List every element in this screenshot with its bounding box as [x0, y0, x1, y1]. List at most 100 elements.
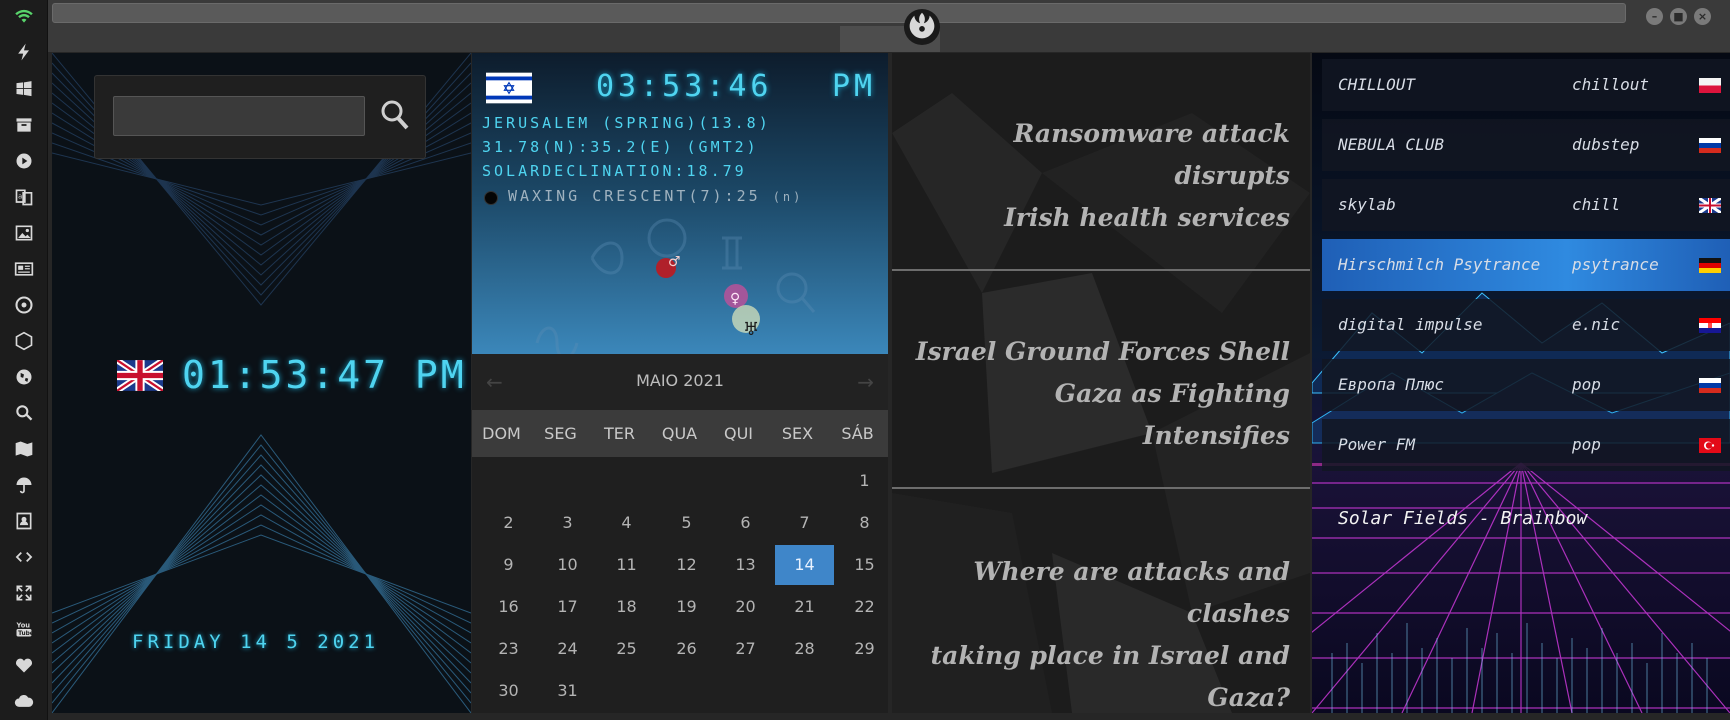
windows-icon[interactable]: [12, 77, 36, 101]
calendar-title: MAIO 2021: [636, 371, 724, 390]
expand-icon[interactable]: [12, 581, 36, 605]
bolt-icon[interactable]: [12, 40, 36, 64]
radio-station[interactable]: CHILLOUT chillout: [1322, 59, 1730, 111]
calendar-day[interactable]: 10: [538, 545, 597, 585]
newspaper-icon[interactable]: [12, 257, 36, 281]
search-icon[interactable]: [379, 98, 411, 132]
weekday: QUA: [661, 424, 698, 443]
sidebar: a You Tube: [0, 0, 48, 720]
station-genre: chillout: [1572, 75, 1650, 94]
il-clock-ampm: PM: [832, 69, 877, 104]
radio-panel: CHILLOUT chillout NEBULA CLUB dubstep sk…: [1312, 53, 1730, 713]
calendar-day[interactable]: 30: [479, 671, 538, 711]
close-button[interactable]: ×: [1694, 8, 1711, 25]
address-bar[interactable]: [52, 3, 1626, 23]
calendar-header: ← MAIO 2021 →: [472, 354, 888, 410]
news-panel: Ransomware attack disrupts Irish health …: [892, 53, 1310, 713]
contact-icon[interactable]: [12, 509, 36, 533]
search-icon[interactable]: [12, 401, 36, 425]
weekday: SEX: [781, 424, 814, 443]
calendar-day[interactable]: 18: [597, 587, 656, 627]
rebel-alliance-icon[interactable]: [903, 8, 941, 46]
weekday: SÁB: [841, 424, 874, 443]
calendar-day[interactable]: 21: [775, 587, 834, 627]
news-headline-line: Israel Ground Forces Shell: [915, 337, 1290, 366]
news-item[interactable]: Where are attacks and clashes taking pla…: [900, 551, 1290, 713]
calendar-day[interactable]: 9: [479, 545, 538, 585]
maximize-button[interactable]: ■: [1670, 8, 1687, 25]
station-genre: psytrance: [1572, 255, 1659, 274]
calendar-day[interactable]: 5: [657, 503, 716, 543]
network-icon[interactable]: [12, 329, 36, 353]
calendar-day[interactable]: 29: [835, 629, 888, 669]
poland-flag-icon: [1699, 78, 1721, 93]
globe-icon[interactable]: [12, 365, 36, 389]
radio-station[interactable]: Европа Плюс pop: [1322, 359, 1730, 411]
youtube-icon[interactable]: You Tube: [12, 617, 36, 641]
calendar-day[interactable]: 7: [775, 503, 834, 543]
search-input[interactable]: [113, 96, 365, 136]
radio-station[interactable]: Power FM pop: [1322, 419, 1730, 471]
minimize-button[interactable]: –: [1646, 8, 1663, 25]
station-genre: e.nic: [1572, 315, 1621, 334]
calendar-day[interactable]: 15: [835, 545, 888, 585]
calendar-day[interactable]: 24: [538, 629, 597, 669]
news-item[interactable]: Ransomware attack disrupts Irish health …: [900, 113, 1290, 239]
calendar-day[interactable]: 28: [775, 629, 834, 669]
radio-station-active[interactable]: Hirschmilch Psytrance psytrance: [1322, 239, 1730, 291]
weekday: QUI: [723, 424, 754, 443]
calendar-day[interactable]: 23: [479, 629, 538, 669]
code-icon[interactable]: [12, 545, 36, 569]
calendar-day[interactable]: 25: [597, 629, 656, 669]
radio-station[interactable]: skylab chill: [1322, 179, 1730, 231]
calendar-day[interactable]: 19: [657, 587, 716, 627]
calendar-next-button[interactable]: →: [857, 370, 874, 394]
calendar-day[interactable]: 2: [479, 503, 538, 543]
calendar-day[interactable]: 8: [835, 503, 888, 543]
moon-phase: WAXING CRESCENT(7):25 (n): [508, 187, 803, 205]
calendar-day[interactable]: 1: [835, 461, 888, 501]
umbrella-icon[interactable]: [12, 473, 36, 497]
news-divider: [892, 269, 1310, 271]
play-icon[interactable]: [12, 149, 36, 173]
calendar-day[interactable]: 27: [716, 629, 775, 669]
station-name: Hirschmilch Psytrance: [1338, 255, 1541, 274]
calendar-day[interactable]: 22: [835, 587, 888, 627]
top-bar: – ■ ×: [48, 0, 1730, 52]
calendar-day[interactable]: 31: [538, 671, 597, 711]
settings-icon[interactable]: [12, 293, 36, 317]
heart-icon[interactable]: [12, 653, 36, 677]
calendar-day[interactable]: 17: [538, 587, 597, 627]
calendar-day[interactable]: 16: [479, 587, 538, 627]
wifi-icon[interactable]: [12, 4, 36, 28]
station-name: CHILLOUT: [1338, 75, 1416, 94]
calendar-day[interactable]: 20: [716, 587, 775, 627]
calendar-day[interactable]: 12: [657, 545, 716, 585]
calendar-day[interactable]: 26: [657, 629, 716, 669]
calendar-day[interactable]: 4: [597, 503, 656, 543]
map-icon[interactable]: [12, 437, 36, 461]
translate-icon[interactable]: a: [12, 185, 36, 209]
radio-station[interactable]: digital impulse e.nic: [1322, 299, 1730, 351]
calendar-day[interactable]: 3: [538, 503, 597, 543]
russia-flag-icon: [1699, 138, 1721, 153]
station-name: digital impulse: [1338, 315, 1483, 334]
moon-phase-suffix: (n): [772, 190, 804, 204]
station-name: NEBULA CLUB: [1338, 135, 1444, 154]
radio-station[interactable]: NEBULA CLUB dubstep: [1322, 119, 1730, 171]
cloud-icon[interactable]: [12, 689, 36, 713]
calendar-day-today[interactable]: 14: [775, 545, 834, 585]
il-clock-calendar-panel: ♂ ♀ ♅ 03:53:46 PM JERUSALEM (SPRING)(13.…: [472, 53, 888, 713]
calendar-day[interactable]: 13: [716, 545, 775, 585]
uk-clock-panel: 01:53:47 PM FRIDAY 14 5 2021: [52, 53, 471, 713]
news-headline-line: Ransomware attack disrupts: [1013, 119, 1290, 190]
station-genre: chill: [1572, 195, 1621, 214]
archive-icon[interactable]: [12, 113, 36, 137]
image-icon[interactable]: [12, 221, 36, 245]
now-playing: Solar Fields - Brainbow: [1338, 508, 1588, 529]
calendar-day[interactable]: 6: [716, 503, 775, 543]
calendar-day[interactable]: 11: [597, 545, 656, 585]
calendar-weekdays: DOM SEG TER QUA QUI SEX SÁB: [472, 410, 888, 457]
news-item[interactable]: Israel Ground Forces Shell Gaza as Fight…: [900, 331, 1290, 457]
news-headline-line: taking place in Israel and Gaza?: [930, 641, 1290, 712]
